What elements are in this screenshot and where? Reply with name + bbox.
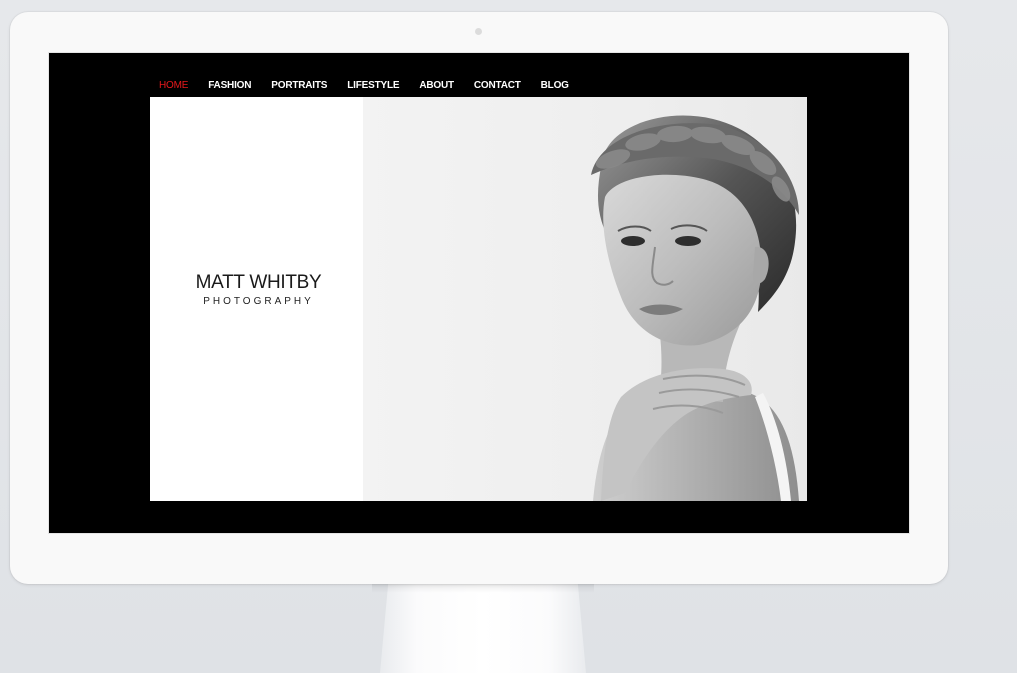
webcam-dot bbox=[475, 28, 482, 35]
portrait-illustration bbox=[591, 115, 799, 501]
nav-item-blog[interactable]: BLOG bbox=[541, 80, 569, 92]
monitor-stand-shadow bbox=[372, 583, 594, 593]
website-screen: HOME FASHION PORTRAITS LIFESTYLE ABOUT C… bbox=[48, 52, 910, 534]
monitor-bezel: HOME FASHION PORTRAITS LIFESTYLE ABOUT C… bbox=[10, 12, 948, 584]
monitor-mockup-scene: HOME FASHION PORTRAITS LIFESTYLE ABOUT C… bbox=[0, 0, 1017, 673]
nav-item-fashion[interactable]: FASHION bbox=[208, 80, 251, 92]
nav-item-portraits[interactable]: PORTRAITS bbox=[271, 80, 327, 92]
nav-item-lifestyle[interactable]: LIFESTYLE bbox=[347, 80, 399, 92]
monitor-stand bbox=[380, 583, 586, 673]
nav-item-contact[interactable]: CONTACT bbox=[474, 80, 521, 92]
site-logo-subtitle: PHOTOGRAPHY bbox=[203, 296, 314, 307]
site-logo-title[interactable]: MATT WHITBY bbox=[150, 272, 367, 294]
hero-section: MATT WHITBY PHOTOGRAPHY bbox=[150, 97, 807, 501]
hero-portrait-image bbox=[363, 97, 807, 501]
main-navigation: HOME FASHION PORTRAITS LIFESTYLE ABOUT C… bbox=[159, 80, 589, 92]
nav-item-about[interactable]: ABOUT bbox=[419, 80, 454, 92]
nav-item-home[interactable]: HOME bbox=[159, 80, 188, 92]
brand-panel: MATT WHITBY PHOTOGRAPHY bbox=[150, 97, 363, 501]
